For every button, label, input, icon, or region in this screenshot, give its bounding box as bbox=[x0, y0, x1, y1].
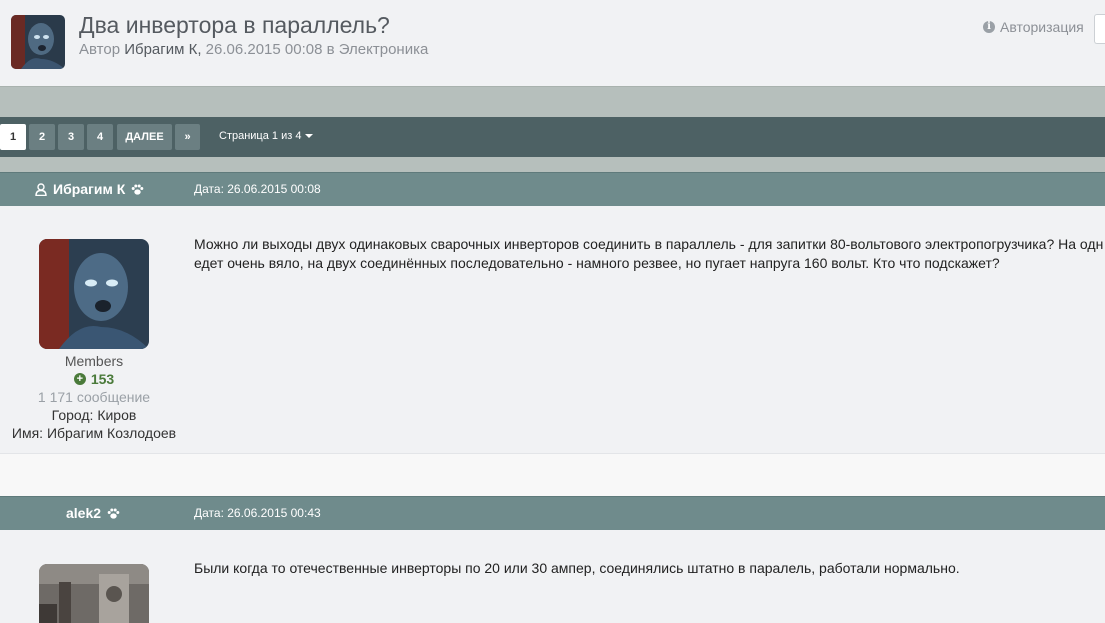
user-icon bbox=[35, 183, 47, 196]
post-date[interactable]: Дата: 26.06.2015 00:43 bbox=[194, 497, 321, 530]
topic-author-avatar[interactable] bbox=[11, 15, 65, 69]
topic-author-link[interactable]: Ибрагим К, bbox=[124, 41, 201, 58]
pagination-bar: 1 2 3 4 ДАЛЕЕ » Страница 1 из 4 bbox=[0, 117, 1105, 157]
page-4-button[interactable]: 4 bbox=[87, 124, 113, 150]
post-author-avatar[interactable] bbox=[39, 564, 149, 623]
topic-header: Два инвертора в параллель? Автор Ибрагим… bbox=[0, 0, 1105, 86]
divider-bar-lower bbox=[0, 157, 1105, 172]
post-count: 1 171 сообщение bbox=[37, 389, 151, 405]
member-group: Members bbox=[64, 353, 124, 369]
author-info: Members + 153 1 171 сообщение Город: Кир… bbox=[0, 352, 188, 442]
topic-meta: Автор Ибрагим К, 26.06.2015 00:08 в Элек… bbox=[79, 41, 428, 58]
post-footer bbox=[0, 453, 1105, 496]
last-page-button[interactable]: » bbox=[175, 124, 200, 150]
post-text-line: Были когда то отечественные инверторы по… bbox=[194, 560, 960, 576]
search-box-edge[interactable] bbox=[1094, 14, 1105, 44]
post-body: Были когда то отечественные инверторы по… bbox=[0, 530, 1105, 623]
login-label: Авторизация bbox=[1000, 19, 1084, 35]
post-author-name[interactable]: Ибрагим К bbox=[53, 173, 125, 206]
author-prefix: Автор bbox=[79, 41, 121, 58]
paw-icon bbox=[131, 184, 144, 195]
forum-prefix: в bbox=[326, 41, 335, 58]
paw-icon bbox=[107, 508, 120, 519]
post-date[interactable]: Дата: 26.06.2015 00:08 bbox=[194, 173, 321, 206]
post-header: alek2 Дата: 26.06.2015 00:43 bbox=[0, 496, 1105, 530]
post-header: Ибрагим К Дата: 26.06.2015 00:08 bbox=[0, 172, 1105, 206]
login-link[interactable]: i Авторизация bbox=[983, 19, 1084, 35]
info-icon: i bbox=[983, 21, 995, 33]
author-city: Город: Киров bbox=[51, 407, 137, 423]
forum-link[interactable]: Электроника bbox=[339, 41, 429, 58]
page-of-label: Страница 1 из 4 bbox=[219, 130, 302, 142]
post-body: Members + 153 1 171 сообщение Город: Кир… bbox=[0, 206, 1105, 453]
post-text-line: Можно ли выходы двух одинаковых сварочны… bbox=[194, 236, 1104, 252]
plus-circle-icon: + bbox=[73, 373, 86, 385]
page-jump-dropdown[interactable]: Страница 1 из 4 bbox=[219, 130, 314, 142]
divider-bar bbox=[0, 86, 1105, 118]
post-author-name[interactable]: alek2 bbox=[66, 497, 101, 530]
page-3-button[interactable]: 3 bbox=[58, 124, 84, 150]
page-2-button[interactable]: 2 bbox=[29, 124, 55, 150]
next-page-button[interactable]: ДАЛЕЕ bbox=[117, 124, 172, 150]
post-content: Можно ли выходы двух одинаковых сварочны… bbox=[194, 235, 1103, 273]
post-author-block[interactable]: alek2 bbox=[66, 497, 120, 530]
post-text-line: едет очень вяло, на двух соединённых пос… bbox=[194, 255, 1000, 271]
page-title: Два инвертора в параллель? bbox=[79, 12, 390, 38]
reputation-value: 153 bbox=[90, 371, 115, 387]
reputation: + 153 bbox=[0, 370, 188, 388]
post-author-avatar[interactable] bbox=[39, 239, 149, 349]
post-author-block[interactable]: Ибрагим К bbox=[35, 173, 144, 206]
post-content: Были когда то отечественные инверторы по… bbox=[194, 559, 960, 578]
caret-down-icon bbox=[305, 134, 314, 138]
topic-date: 26.06.2015 00:08 bbox=[205, 41, 323, 58]
author-real-name: Имя: Ибрагим Козлодоев bbox=[11, 425, 177, 441]
page-1-button[interactable]: 1 bbox=[0, 124, 26, 150]
